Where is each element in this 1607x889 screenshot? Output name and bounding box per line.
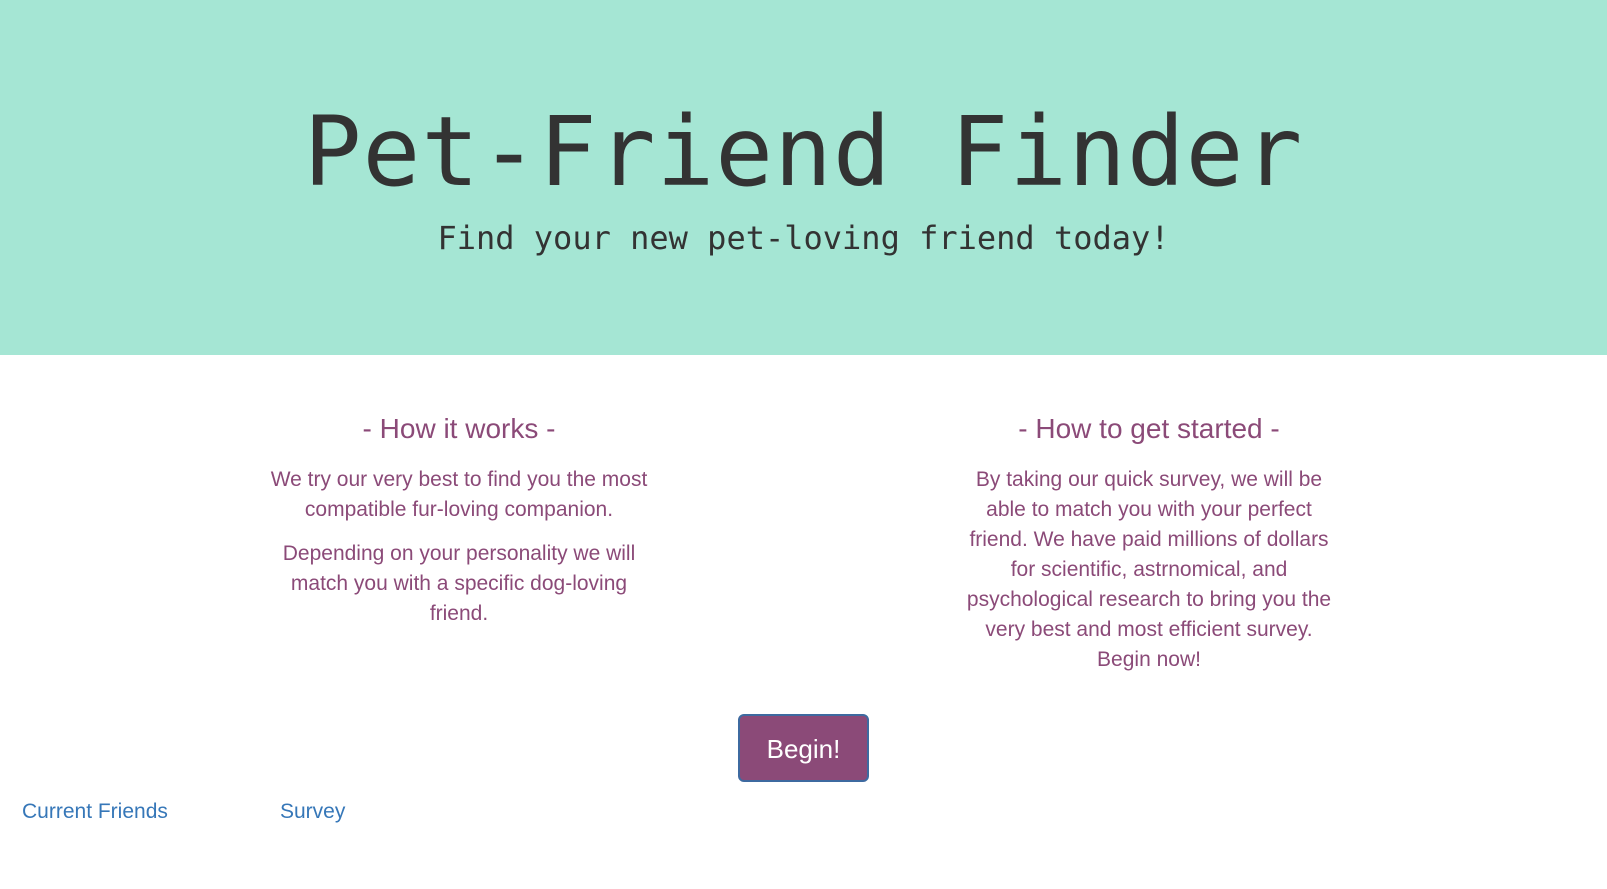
begin-button[interactable]: Begin!	[738, 714, 869, 782]
how-to-get-started-paragraph: By taking our quick survey, we will be a…	[966, 468, 1332, 671]
nav-link-current-friends[interactable]: Current Friends	[22, 797, 168, 827]
how-it-works-paragraph: We try our very best to find you the mos…	[270, 468, 648, 521]
how-to-get-started-heading: - How to get started -	[1018, 413, 1280, 444]
how-it-works-section: - How it works - We try our very best to…	[270, 405, 648, 643]
nav-link-survey[interactable]: Survey	[280, 797, 345, 827]
page-subtitle: Find your new pet-loving friend today!	[437, 219, 1170, 257]
how-to-get-started-section: - How to get started - By taking our qui…	[962, 405, 1336, 689]
footer-nav: Current Friends Survey	[0, 797, 1607, 827]
how-it-works-paragraph: Depending on your personality we will ma…	[282, 542, 636, 625]
page-title: Pet-Friend Finder	[303, 96, 1304, 208]
hero-banner: Pet-Friend Finder Find your new pet-lovi…	[0, 0, 1607, 355]
how-it-works-heading: - How it works -	[362, 413, 556, 444]
